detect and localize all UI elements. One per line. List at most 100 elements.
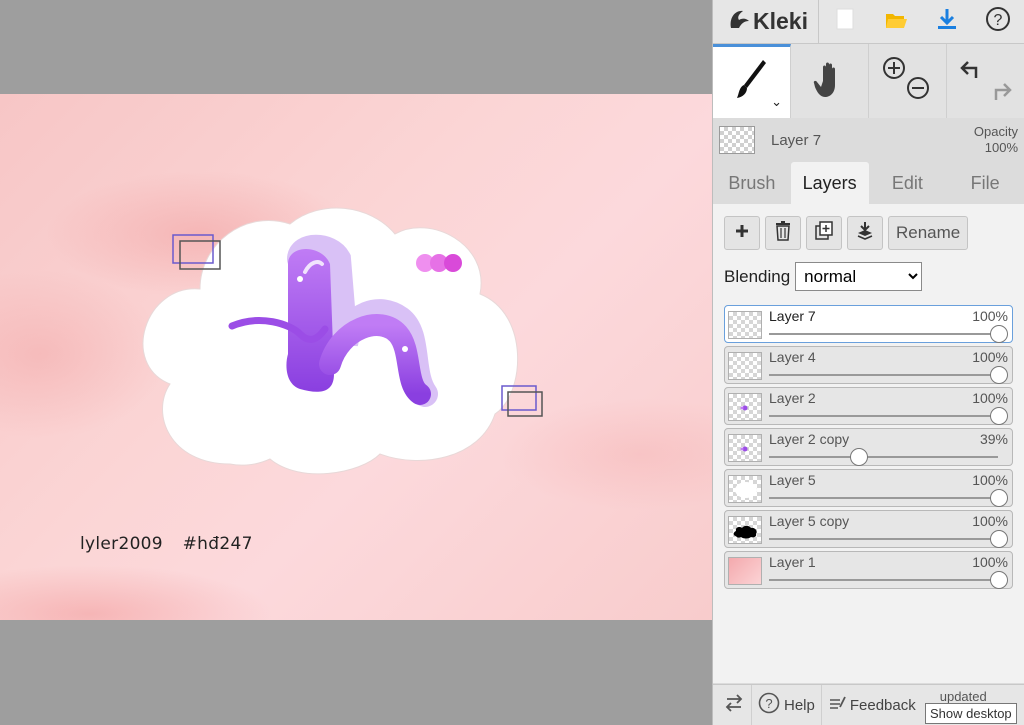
- layer-opacity-text: 100%: [972, 349, 1008, 365]
- layer-thumbnail: [728, 475, 762, 503]
- trash-icon: [775, 220, 791, 246]
- layer-actions: Rename: [724, 216, 1013, 250]
- layer-thumbnail: [728, 434, 762, 462]
- updated-label: updated: [939, 689, 987, 704]
- layer-thumbnail: [728, 352, 762, 380]
- rename-layer-button[interactable]: Rename: [888, 216, 969, 250]
- layer-list: Layer 7 100% Layer 4 100% Layer 2 100% Layer 2…: [724, 305, 1013, 589]
- slider-knob[interactable]: [990, 325, 1008, 343]
- layer-opacity-slider[interactable]: [769, 579, 998, 581]
- help-label: Help: [784, 696, 815, 714]
- top-toolbar: Kleki ?: [713, 0, 1024, 44]
- duplicate-layer-button[interactable]: [806, 216, 842, 250]
- layer-row[interactable]: Layer 5 100%: [724, 469, 1013, 507]
- question-circle-icon: ?: [758, 692, 780, 718]
- slider-knob[interactable]: [849, 448, 868, 466]
- merge-down-icon: [856, 221, 874, 246]
- new-file-icon: [836, 8, 854, 35]
- panel-tabs: Brush Layers Edit File: [713, 162, 1024, 204]
- layer-name: Layer 7: [769, 308, 816, 324]
- canvas-area[interactable]: lyler2009 #hđ247: [0, 0, 712, 725]
- slider-knob[interactable]: [990, 571, 1008, 589]
- layer-opacity-text: 100%: [972, 513, 1008, 529]
- layer-row[interactable]: Layer 4 100%: [724, 346, 1013, 384]
- layer-opacity-slider[interactable]: [769, 333, 998, 335]
- layer-thumbnail: [728, 393, 762, 421]
- layer-opacity-slider[interactable]: [769, 456, 998, 458]
- current-layer-thumbnail: [719, 126, 755, 154]
- swap-side-button[interactable]: [713, 684, 752, 725]
- undo-redo-icon: [956, 54, 1016, 109]
- opacity-value: 100%: [984, 140, 1018, 155]
- hand-icon: [813, 59, 847, 104]
- help-button[interactable]: ? Help: [752, 684, 822, 725]
- layer-row[interactable]: Layer 7 100%: [724, 305, 1013, 343]
- layer-name: Layer 4: [769, 349, 816, 365]
- swap-icon: [723, 694, 745, 716]
- opacity-readout: Opacity 100%: [974, 124, 1018, 156]
- folder-open-icon: [884, 8, 908, 35]
- layer-name: Layer 5: [769, 472, 816, 488]
- layer-opacity-text: 100%: [972, 472, 1008, 488]
- slider-knob[interactable]: [990, 489, 1008, 507]
- new-button[interactable]: [819, 0, 870, 44]
- slider-knob[interactable]: [990, 530, 1008, 548]
- kleki-logo[interactable]: Kleki: [713, 0, 819, 44]
- signature-user: lyler2009: [80, 534, 163, 554]
- current-layer-name: Layer 7: [771, 131, 822, 149]
- tab-file[interactable]: File: [946, 162, 1024, 204]
- plus-icon: [734, 223, 750, 244]
- open-button[interactable]: [870, 0, 921, 44]
- layers-panel: Rename Blending normal Layer 7 100% Layer …: [713, 204, 1024, 683]
- brush-tool[interactable]: ⌄: [713, 44, 791, 118]
- tab-edit[interactable]: Edit: [869, 162, 947, 204]
- drawing-canvas[interactable]: lyler2009 #hđ247: [0, 94, 712, 620]
- add-layer-button[interactable]: [724, 216, 760, 250]
- layer-opacity-text: 39%: [979, 431, 1008, 447]
- help-circle-button[interactable]: ?: [973, 0, 1024, 44]
- layer-name: Layer 1: [769, 554, 816, 570]
- show-desktop-tooltip: Show desktop: [925, 703, 1017, 724]
- download-button[interactable]: [922, 0, 973, 44]
- layer-row[interactable]: Layer 2 copy 39%: [724, 428, 1013, 466]
- chevron-down-icon[interactable]: ⌄: [771, 94, 782, 110]
- slider-knob[interactable]: [990, 407, 1008, 425]
- undo-redo-tool: [947, 44, 1024, 118]
- slider-knob[interactable]: [990, 366, 1008, 384]
- layer-row[interactable]: Layer 1 100%: [724, 551, 1013, 589]
- layer-opacity-text: 100%: [972, 390, 1008, 406]
- download-icon: [936, 7, 958, 36]
- tab-brush[interactable]: Brush: [713, 162, 791, 204]
- layer-row[interactable]: Layer 5 copy 100%: [724, 510, 1013, 548]
- tool-row: ⌄: [713, 44, 1024, 118]
- question-circle-icon: ?: [985, 6, 1011, 37]
- feedback-button[interactable]: Feedback: [822, 685, 922, 725]
- layer-thumbnail: [728, 557, 762, 585]
- duplicate-icon: [814, 220, 834, 246]
- layer-name: Layer 2: [769, 390, 816, 406]
- signature-text: lyler2009 #hđ247: [80, 534, 267, 554]
- zoom-tool: [869, 44, 947, 118]
- brush-icon: [735, 58, 769, 107]
- merge-layer-button[interactable]: [847, 216, 883, 250]
- blending-row: Blending normal: [724, 262, 1013, 291]
- layer-opacity-slider[interactable]: [769, 497, 998, 499]
- delete-layer-button[interactable]: [765, 216, 801, 250]
- layer-opacity-slider[interactable]: [769, 415, 998, 417]
- kleki-logo-icon: [727, 8, 751, 36]
- hand-tool[interactable]: [791, 44, 869, 118]
- opacity-label: Opacity: [973, 124, 1018, 139]
- layer-row[interactable]: Layer 2 100%: [724, 387, 1013, 425]
- feedback-label: Feedback: [849, 696, 916, 714]
- blending-select[interactable]: normal: [795, 262, 923, 291]
- svg-text:?: ?: [994, 12, 1003, 29]
- layer-opacity-slider[interactable]: [769, 374, 998, 376]
- layer-name: Layer 5 copy: [769, 513, 850, 529]
- layer-opacity-slider[interactable]: [769, 538, 998, 540]
- tab-layers[interactable]: Layers: [790, 162, 869, 204]
- feedback-icon: [828, 694, 846, 716]
- signature-tag: #hđ247: [182, 534, 253, 554]
- layer-opacity-text: 100%: [972, 554, 1008, 570]
- layer-name: Layer 2 copy: [769, 431, 850, 447]
- layer-thumbnail: [728, 311, 762, 339]
